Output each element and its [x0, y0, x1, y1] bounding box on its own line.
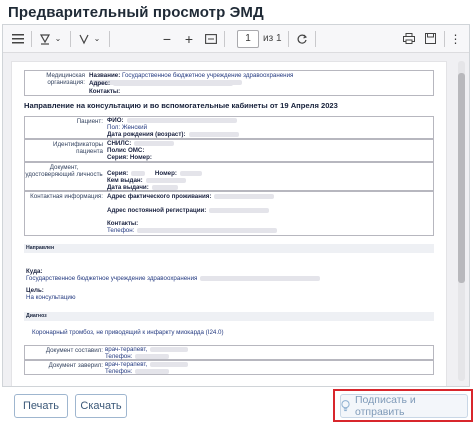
diagnosis-value: Коронарный тромбоз, не приводящий к инфа…	[32, 329, 224, 336]
contact-phone: Телефон:	[107, 227, 278, 234]
ids-series-number: Серия: Номер:	[107, 154, 152, 161]
certified-phone: Телефон:	[105, 368, 170, 375]
toolbar-divider	[314, 30, 316, 47]
print-button[interactable]: Печать	[14, 394, 68, 418]
contact-block: Контактная информация: Адрес фактическог…	[24, 191, 434, 236]
print-icon[interactable]	[402, 28, 416, 50]
draw-icon[interactable]	[77, 28, 91, 50]
composed-block: Документ составил: врач-терапевт, Телефо…	[24, 345, 434, 360]
fit-page-icon[interactable]	[204, 28, 218, 50]
patient-block: Пациент: ФИО: Пол: Женский Дата рождения…	[24, 116, 434, 139]
certified-label: Документ заверил:	[48, 362, 103, 369]
sign-and-send-button[interactable]: Подписать и отправить	[340, 394, 468, 418]
chevron-down-icon[interactable]: ⌄	[91, 28, 103, 50]
sign-and-send-label: Подписать и отправить	[355, 394, 416, 418]
sidebar-toggle-icon[interactable]	[11, 28, 25, 50]
document-scrollbar[interactable]	[458, 61, 465, 381]
referral-band: Направлен	[24, 244, 434, 253]
referral-goal-value: На консультацию	[26, 294, 76, 301]
identity-doc-label: Документ, удостоверяющий личность	[25, 164, 103, 179]
patient-dob: Дата рождения (возраст):	[107, 131, 239, 138]
ids-label: Идентификаторы пациента	[53, 141, 103, 156]
save-icon[interactable]	[424, 28, 438, 50]
page-number-input[interactable]: 1	[237, 29, 259, 48]
document-heading: Направление на консультацию и во вспомог…	[24, 101, 338, 110]
zoom-out-icon[interactable]: −	[160, 28, 174, 50]
toolbar-divider	[109, 30, 110, 47]
scrollbar-thumb[interactable]	[458, 73, 465, 283]
patient-label: Пациент:	[76, 118, 103, 125]
contact-reg-address: Адрес постоянной регистрации:	[107, 207, 270, 214]
document-page: Медицинская организация: Название: Госуд…	[11, 61, 447, 386]
toolbar-divider	[70, 30, 71, 47]
pdf-toolbar: ⌄ ⌄ − + 1 из 1 ⋮	[3, 25, 469, 53]
toolbar-divider	[443, 30, 445, 47]
ids-block: Идентификаторы пациента СНИЛС: Полис ОМС…	[24, 139, 434, 162]
lightbulb-icon	[341, 400, 350, 412]
zoom-in-icon[interactable]: +	[182, 28, 196, 50]
certified-block: Документ заверил: врач-терапевт, Телефон…	[24, 360, 434, 375]
page-title: Предварительный просмотр ЭМД	[8, 4, 264, 21]
diagnosis-band: Диагноз	[24, 312, 434, 321]
org-label: Медицинская организация:	[46, 72, 85, 87]
toolbar-divider	[31, 30, 32, 47]
org-block: Медицинская организация: Название: Госуд…	[24, 70, 434, 96]
identity-doc-block: Документ, удостоверяющий личность Серия:…	[24, 162, 434, 191]
composed-label: Документ составил:	[45, 347, 103, 354]
chevron-down-icon[interactable]: ⌄	[52, 28, 64, 50]
toolbar-divider	[287, 30, 289, 47]
download-button[interactable]: Скачать	[75, 394, 127, 418]
toolbar-divider	[224, 30, 225, 47]
more-icon[interactable]: ⋮	[450, 28, 462, 50]
org-address: Адрес:	[89, 80, 234, 87]
referral-where-value: Государственное бюджетное учреждение здр…	[26, 275, 321, 282]
page-count-label: из 1	[263, 33, 282, 44]
highlight-icon[interactable]	[38, 28, 52, 50]
rotate-icon[interactable]	[295, 28, 309, 50]
org-contacts: Контакты:	[89, 88, 121, 95]
contact-actual-address: Адрес фактического проживания:	[107, 193, 275, 200]
dialog-footer: Печать Скачать Подписать и отправить	[0, 388, 474, 422]
contact-label: Контактная информация:	[30, 193, 103, 200]
pdf-viewer: ⌄ ⌄ − + 1 из 1 ⋮ Медицинская организация…	[2, 24, 470, 387]
